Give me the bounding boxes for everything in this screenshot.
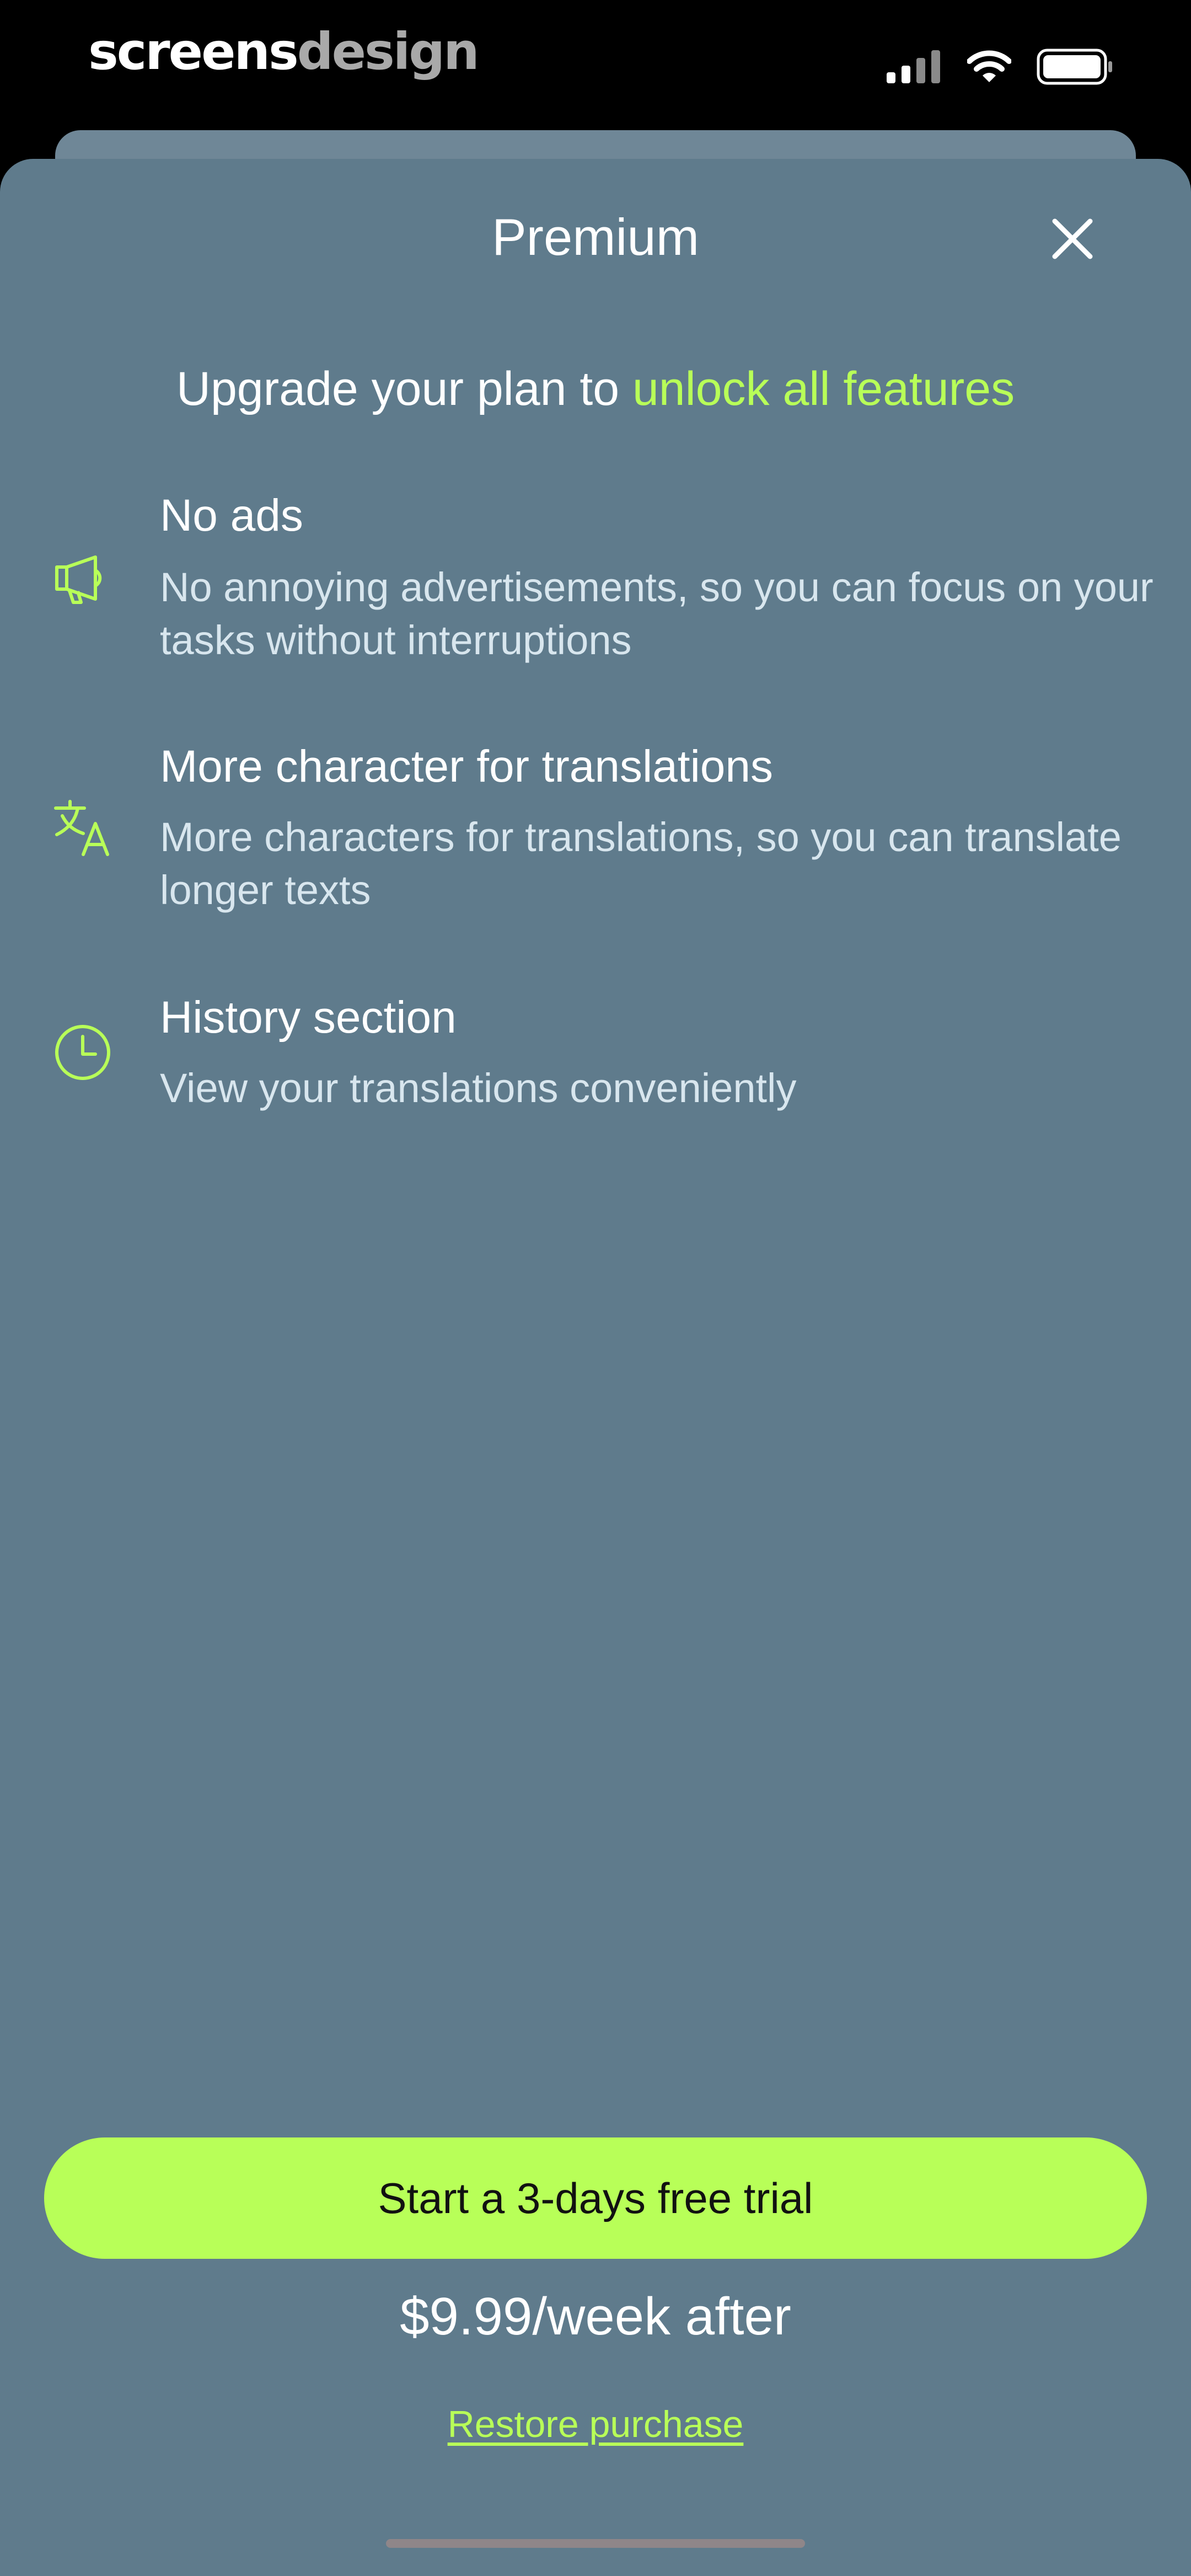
translate-icon xyxy=(50,794,116,861)
close-button[interactable] xyxy=(1045,214,1100,264)
sheet-title: Premium xyxy=(491,208,700,266)
cellular-signal-icon xyxy=(887,50,940,83)
start-trial-button[interactable]: Start a 3-days free trial xyxy=(44,2137,1147,2259)
megaphone-icon xyxy=(50,545,116,611)
headline: Upgrade your plan to unlock all features xyxy=(0,359,1191,419)
brand-logo-part1: screens xyxy=(88,22,299,81)
feature-title: More character for translations xyxy=(160,741,774,792)
brand-logo: screensdesign xyxy=(88,22,480,81)
restore-purchase-link[interactable]: Restore purchase xyxy=(0,2399,1191,2449)
battery-icon xyxy=(1037,49,1112,85)
feature-description: More characters for translations, so you… xyxy=(160,814,1122,913)
clock-icon xyxy=(50,1019,116,1086)
feature-title: History section xyxy=(160,992,457,1043)
feature-description: No annoying advertisements, so you can f… xyxy=(160,564,1154,663)
price-text: $9.99/week after xyxy=(400,2287,791,2346)
headline-prefix: Upgrade your plan to xyxy=(176,362,632,415)
wifi-icon xyxy=(967,50,1011,82)
status-icons xyxy=(887,49,1114,85)
brand-logo-part2: design xyxy=(297,22,480,81)
status-bar: screensdesign xyxy=(0,0,1191,132)
home-indicator xyxy=(386,2539,805,2548)
feature-title: No ads xyxy=(160,490,303,541)
close-icon xyxy=(1052,218,1093,259)
headline-accent: unlock all features xyxy=(632,362,1015,415)
feature-description: View your translations conveniently xyxy=(160,1065,797,1111)
